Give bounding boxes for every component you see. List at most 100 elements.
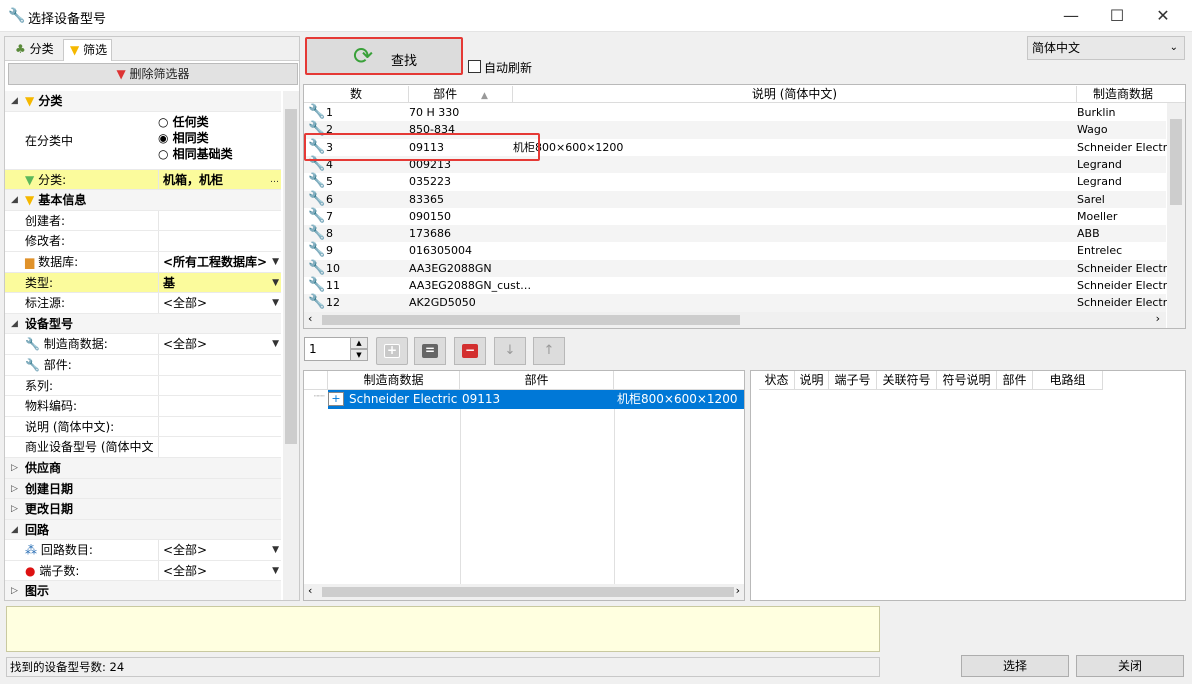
radio-any[interactable]: ○ 任何类	[158, 114, 233, 130]
tab-category[interactable]: ♣ 分类	[9, 39, 58, 61]
find-button[interactable]: ⟳ 查找	[305, 37, 463, 75]
description-row[interactable]: 说明 (简体中文):	[5, 416, 281, 438]
terminal-icon: ●	[25, 563, 36, 578]
selected-hscrollbar[interactable]: ‹ ›	[304, 584, 744, 600]
replace-button[interactable]: =	[414, 337, 446, 365]
category-field-row[interactable]: ▼ 分类: 机箱，机柜…	[5, 169, 281, 191]
scrollbar-thumb[interactable]	[322, 587, 734, 597]
col-linked-symbol[interactable]: 关联符号	[877, 371, 937, 390]
auto-refresh-checkbox[interactable]	[468, 60, 481, 73]
selected-row[interactable]: + Schneider Electric 09113 机柜800×600×120…	[328, 390, 744, 409]
col-sel-desc[interactable]	[614, 371, 744, 390]
clear-filter-button[interactable]: ▼ 删除筛选器	[8, 63, 298, 85]
scroll-right-icon[interactable]: ›	[1156, 312, 1160, 325]
remove-filter-icon: ▼	[116, 67, 126, 81]
section-circuit[interactable]: ◢ 回路	[5, 519, 281, 541]
ellipsis-icon[interactable]: …	[270, 170, 279, 190]
arrow-up-icon: ↑	[543, 343, 555, 358]
col-symbol-desc[interactable]: 符号说明	[937, 371, 997, 390]
col-sel-part[interactable]: 部件	[460, 371, 614, 390]
section-graphic[interactable]: ▷ 图示	[5, 581, 281, 600]
scrollbar-thumb[interactable]	[1170, 119, 1182, 205]
left-tabs: ♣ 分类 ▼ 筛选	[5, 37, 299, 61]
scroll-right-icon[interactable]: ›	[736, 584, 740, 597]
col-manufacturer[interactable]: 制造商数据	[1077, 86, 1169, 102]
wrench-icon: 🔧	[308, 173, 326, 190]
close-button[interactable]: 关闭	[1076, 655, 1184, 677]
col-part[interactable]: 部件 ▲	[409, 86, 513, 102]
commercial-model-row[interactable]: 商业设备型号 (简体中文	[5, 437, 281, 458]
col-sel-manufacturer[interactable]: 制造商数据	[328, 371, 460, 390]
col-description[interactable]: 说明 (简体中文)	[513, 86, 1077, 102]
stepper-up-icon[interactable]: ▲	[350, 337, 368, 349]
move-down-button[interactable]: ↓	[494, 337, 526, 365]
close-window-button[interactable]: ✕	[1140, 0, 1186, 32]
radio-same-base[interactable]: ○ 相同基础类	[158, 146, 233, 162]
status-bar: 找到的设备型号数: 24	[6, 657, 880, 677]
table-row[interactable]: 🔧 8 173686 ABB	[304, 225, 1166, 243]
left-scrollbar[interactable]	[283, 91, 299, 600]
funnel-icon: ▼	[25, 94, 35, 108]
section-device-model[interactable]: ◢ 设备型号	[5, 313, 281, 335]
funnel-icon: ▼	[25, 193, 35, 208]
select-button[interactable]: 选择	[961, 655, 1069, 677]
col-status[interactable]: 状态	[759, 371, 795, 390]
col-desc[interactable]: 说明	[795, 371, 829, 390]
circuit-count-row[interactable]: ⁂ 回路数目: <全部> ▼	[5, 540, 281, 561]
table-row[interactable]: 🔧 7 090150 Moeller	[304, 208, 1166, 225]
scroll-left-icon[interactable]: ‹	[308, 584, 312, 597]
radio-same[interactable]: ◉ 相同类	[158, 130, 233, 146]
dropdown-arrow-icon[interactable]: ▼	[272, 561, 279, 581]
circuit-icon: ⁂	[25, 543, 37, 558]
remove-button[interactable]: −	[454, 337, 486, 365]
part-row[interactable]: 🔧 部件:	[5, 354, 281, 376]
table-row[interactable]: 🔧 11 AA3EG2088GN_cust… Schneider Electric	[304, 277, 1176, 294]
language-select[interactable]: 简体中文 ⌄	[1027, 36, 1185, 60]
table-row[interactable]: 🔧 10 AA3EG2088GN Schneider Electric	[304, 259, 1176, 277]
section-created-date[interactable]: ▷ 创建日期	[5, 478, 281, 500]
scrollbar-thumb[interactable]	[285, 109, 297, 444]
database-row[interactable]: ▆ 数据库: <所有工程数据库> ▼	[5, 251, 281, 273]
selected-parts-table: 制造商数据 部件 ┈┈ + Schneider Electric 09113 机…	[303, 370, 745, 601]
dropdown-arrow-icon[interactable]: ▼	[272, 273, 279, 293]
tree-icon: ♣	[15, 42, 26, 56]
table-row[interactable]: 🔧 1 70 H 330 Burklin	[304, 104, 1166, 121]
results-vscrollbar[interactable]	[1167, 103, 1185, 328]
manufacturer-row[interactable]: 🔧 制造商数据: <全部> ▼	[5, 334, 281, 355]
section-basic-info[interactable]: ◢ ▼ 基本信息	[5, 190, 281, 211]
maximize-button[interactable]: ☐	[1094, 0, 1140, 32]
results-hscrollbar[interactable]: ‹ ›	[304, 312, 1166, 328]
series-row[interactable]: 系列:	[5, 375, 281, 397]
col-terminal-no[interactable]: 端子号	[829, 371, 877, 390]
dropdown-arrow-icon[interactable]: ▼	[272, 334, 279, 354]
stepper-down-icon[interactable]: ▼	[350, 349, 368, 361]
creator-row[interactable]: 创建者:	[5, 210, 281, 232]
material-code-row[interactable]: 物料编码:	[5, 396, 281, 417]
col-part[interactable]: 部件	[997, 371, 1033, 390]
add-button[interactable]: +	[376, 337, 408, 365]
dropdown-arrow-icon[interactable]: ▼	[272, 293, 279, 313]
col-number[interactable]: 数	[304, 86, 409, 102]
section-category[interactable]: ◢ ▼ 分类	[5, 91, 281, 112]
modifier-row[interactable]: 修改者:	[5, 231, 281, 252]
col-circuit-group[interactable]: 电路组	[1033, 371, 1103, 390]
table-row[interactable]: 🔧 6 83365 Sarel	[304, 190, 1166, 208]
annotation-source-row[interactable]: 标注源: <全部> ▼	[5, 293, 281, 314]
database-icon: ▆	[25, 254, 35, 269]
dropdown-arrow-icon[interactable]: ▼	[272, 540, 279, 560]
table-row[interactable]: 🔧 9 016305004 Entrelec	[304, 242, 1166, 259]
results-header: 数 部件 ▲ 说明 (简体中文) 制造商数据	[304, 85, 1185, 103]
plus-icon: +	[384, 344, 400, 358]
section-supplier[interactable]: ▷ 供应商	[5, 457, 281, 479]
move-up-button[interactable]: ↑	[533, 337, 565, 365]
dropdown-arrow-icon[interactable]: ▼	[272, 252, 279, 272]
scrollbar-thumb[interactable]	[322, 315, 740, 325]
section-modified-date[interactable]: ▷ 更改日期	[5, 499, 281, 520]
tab-filter[interactable]: ▼ 筛选	[63, 39, 113, 61]
table-row[interactable]: 🔧 5 035223 Legrand	[304, 173, 1166, 190]
minimize-button[interactable]: —	[1048, 0, 1094, 32]
table-row[interactable]: 🔧 12 AK2GD5050 Schneider Electric	[304, 294, 1176, 312]
scroll-left-icon[interactable]: ‹	[308, 312, 312, 325]
type-row[interactable]: 类型: 基 ▼	[5, 272, 281, 294]
terminal-count-row[interactable]: ● 端子数: <全部> ▼	[5, 560, 281, 582]
